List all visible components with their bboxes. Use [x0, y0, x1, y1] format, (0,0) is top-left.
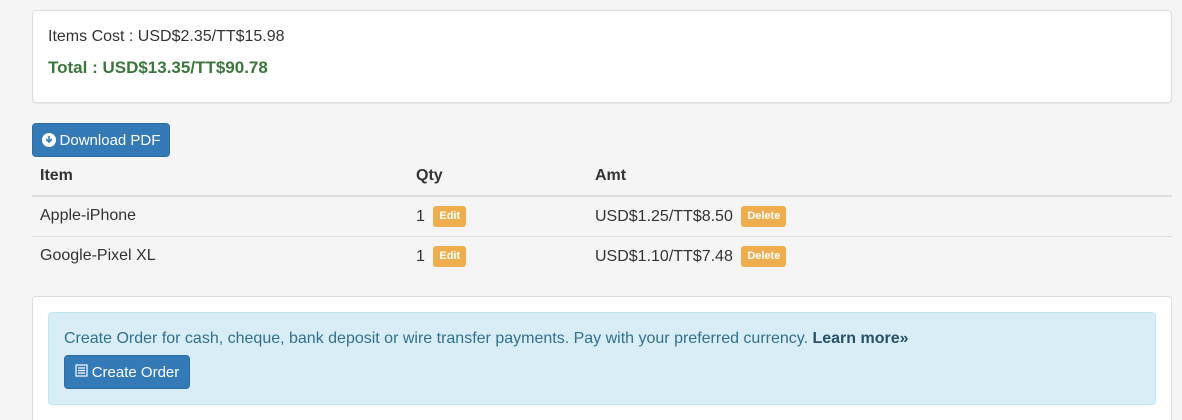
table-header-row: Item Qty Amt — [32, 156, 1172, 197]
qty-cell: 1 Edit — [408, 235, 587, 276]
learn-more-link[interactable]: Learn more» — [812, 330, 908, 347]
qty-value: 1 — [416, 247, 425, 265]
payment-info-alert: Create Order for cash, cheque, bank depo… — [48, 312, 1156, 405]
items-cost: Items Cost : USD$2.35/TT$15.98 — [48, 28, 285, 45]
item-name: Google-Pixel XL — [32, 235, 408, 276]
payment-info-text: Create Order for cash, cheque, bank depo… — [64, 330, 909, 348]
download-pdf-label: Download PDF — [59, 131, 161, 149]
payment-info-message: Create Order for cash, cheque, bank depo… — [64, 330, 813, 347]
amt-cell: USD$1.25/TT$8.50 Delete — [587, 195, 1172, 236]
header-amt: Amt — [587, 156, 1172, 197]
list-icon — [75, 363, 88, 381]
delete-button[interactable]: Delete — [741, 205, 787, 227]
qty-cell: 1 Edit — [408, 195, 587, 236]
order-items-table: Item Qty Amt Apple-iPhone 1 Edit USD$1.2… — [32, 156, 1172, 276]
amt-cell: USD$1.10/TT$7.48 Delete — [587, 235, 1172, 276]
amt-value: USD$1.10/TT$7.48 — [595, 247, 733, 265]
header-qty: Qty — [408, 156, 587, 197]
item-name: Apple-iPhone — [32, 195, 408, 236]
download-pdf-button[interactable]: Download PDF — [32, 123, 170, 157]
delete-button[interactable]: Delete — [741, 245, 787, 267]
edit-button[interactable]: Edit — [433, 205, 467, 227]
create-order-panel: Create Order for cash, cheque, bank depo… — [32, 296, 1172, 420]
order-total: Total : USD$13.35/TT$90.78 — [48, 58, 268, 77]
circle-arrow-down-icon — [41, 133, 56, 147]
qty-value: 1 — [416, 207, 425, 225]
order-summary-panel: Items Cost : USD$2.35/TT$15.98 Total : U… — [32, 10, 1172, 103]
header-item: Item — [32, 156, 408, 197]
edit-button[interactable]: Edit — [433, 245, 467, 267]
amt-value: USD$1.25/TT$8.50 — [595, 207, 733, 225]
create-order-button[interactable]: Create Order — [64, 355, 190, 389]
table-row: Apple-iPhone 1 Edit USD$1.25/TT$8.50 Del… — [32, 195, 1172, 236]
table-row: Google-Pixel XL 1 Edit USD$1.10/TT$7.48 … — [32, 235, 1172, 276]
create-order-label: Create Order — [91, 363, 180, 381]
